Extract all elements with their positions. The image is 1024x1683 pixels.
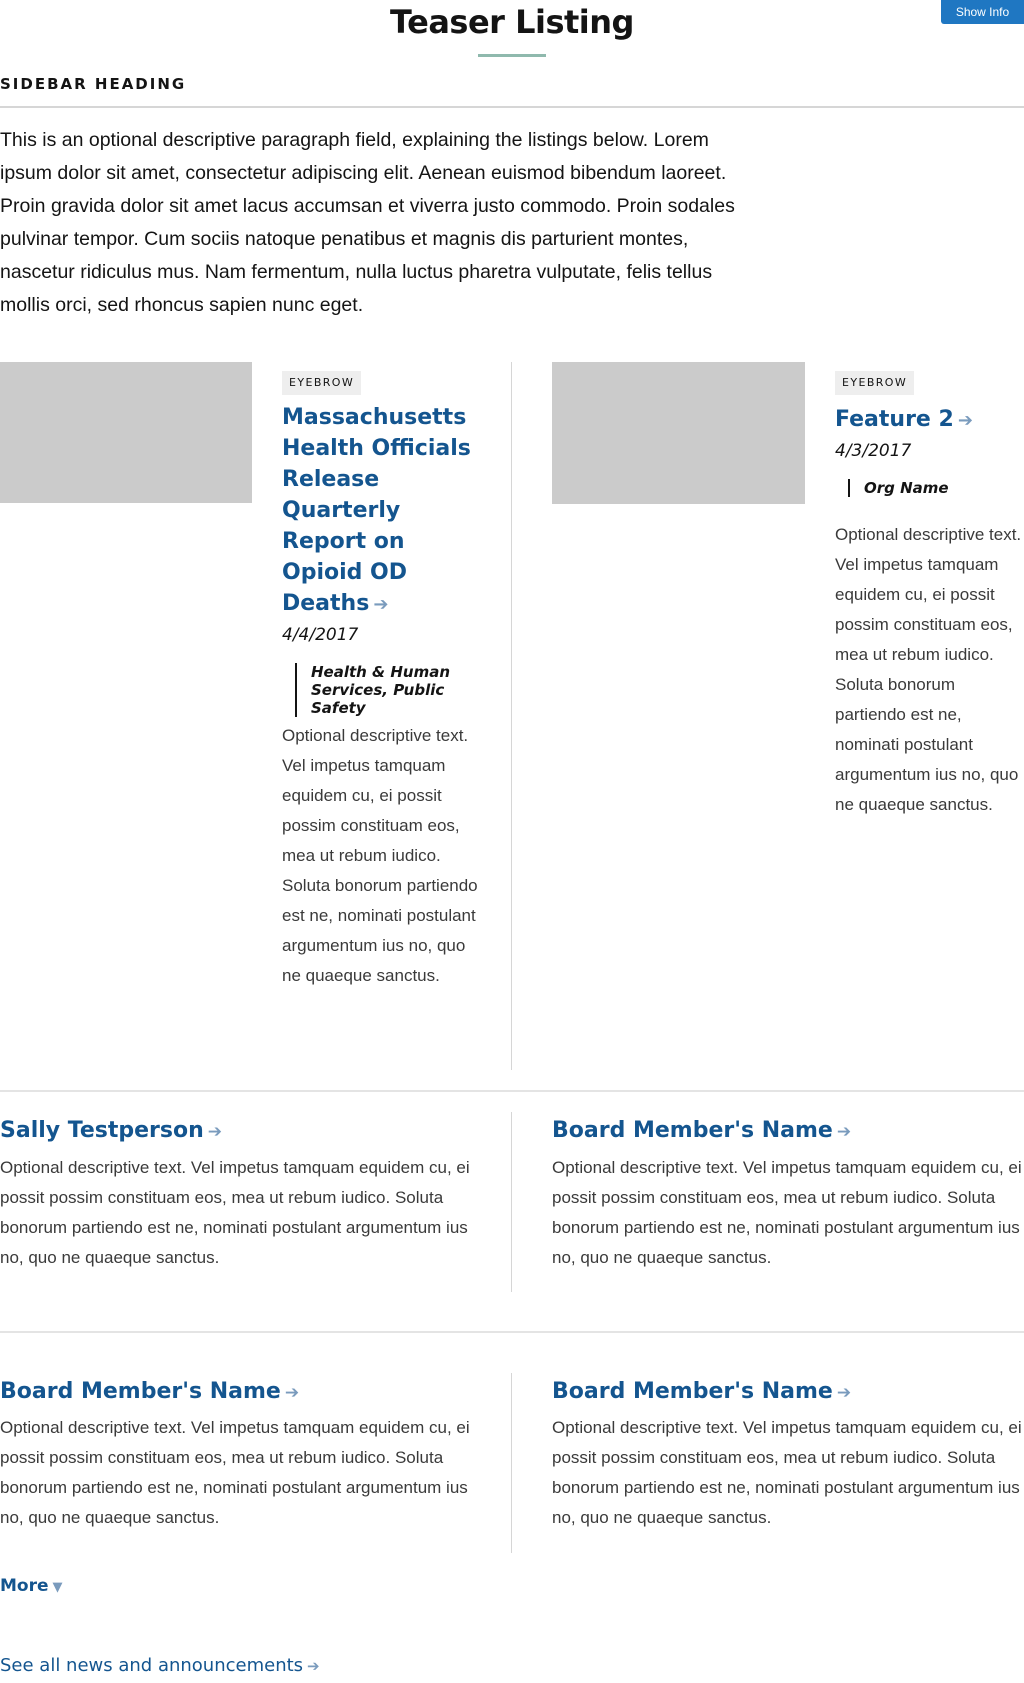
sidebar-heading: SIDEBAR HEADING: [0, 75, 187, 93]
feature-2-date: 4/3/2017: [835, 441, 912, 461]
arrow-right-icon: ➔: [836, 1383, 852, 1403]
person-3-name-text: Board Member's Name: [0, 1379, 281, 1404]
feature-1-title-text: Massachusetts Health Officials Release Q…: [282, 405, 471, 616]
arrow-right-icon: ➔: [307, 1657, 320, 1675]
arrow-right-icon: ➔: [373, 594, 389, 615]
column-divider: [511, 1112, 512, 1292]
person-2-link[interactable]: Board Member's Name ➔: [552, 1118, 851, 1143]
page-title: Teaser Listing: [390, 3, 634, 41]
person-2-name-text: Board Member's Name: [552, 1118, 833, 1143]
person-2-description: Optional descriptive text. Vel impetus t…: [552, 1158, 1022, 1267]
person-1-link[interactable]: Sally Testperson ➔: [0, 1118, 222, 1143]
person-4-name: Board Member's Name ➔: [552, 1377, 851, 1408]
feature-2-image[interactable]: [552, 362, 805, 504]
feature-2-eyebrow: EYEBROW: [835, 371, 915, 395]
person-3-link[interactable]: Board Member's Name ➔: [0, 1379, 299, 1404]
intro-paragraph: This is an optional descriptive paragrap…: [0, 129, 735, 316]
sidebar-heading-divider: [0, 106, 1024, 108]
chevron-down-icon: ▼: [52, 1580, 63, 1595]
feature-2-title: Feature 2 ➔: [835, 404, 1024, 436]
feature-2-title-text: Feature 2: [835, 407, 954, 432]
feature-2-title-link[interactable]: Feature 2 ➔: [835, 407, 973, 432]
column-divider: [511, 362, 512, 1070]
title-underline: [478, 54, 546, 57]
more-label: More: [0, 1576, 49, 1596]
more-button[interactable]: More ▼: [0, 1576, 63, 1596]
feature-2-org: Org Name: [848, 479, 1018, 497]
person-3-description: Optional descriptive text. Vel impetus t…: [0, 1418, 470, 1527]
see-all-news-link[interactable]: See all news and announcements ➔: [0, 1655, 320, 1676]
feature-2-description: Optional descriptive text. Vel impetus t…: [835, 525, 1022, 814]
feature-1-description: Optional descriptive text. Vel impetus t…: [282, 726, 478, 985]
feature-1-eyebrow: EYEBROW: [282, 371, 362, 395]
person-1-name-text: Sally Testperson: [0, 1118, 204, 1143]
person-2-name: Board Member's Name ➔: [552, 1116, 851, 1147]
person-3-name: Board Member's Name ➔: [0, 1377, 299, 1408]
arrow-right-icon: ➔: [836, 1122, 852, 1142]
feature-1-date: 4/4/2017: [282, 625, 359, 645]
row-divider: [0, 1331, 1024, 1333]
person-1-name: Sally Testperson ➔: [0, 1116, 222, 1147]
arrow-right-icon: ➔: [284, 1383, 300, 1403]
see-all-label: See all news and announcements: [0, 1655, 304, 1676]
arrow-right-icon: ➔: [207, 1122, 223, 1142]
section-divider: [0, 1090, 1024, 1092]
feature-1-title: Massachusetts Health Officials Release Q…: [282, 402, 487, 620]
person-4-description: Optional descriptive text. Vel impetus t…: [552, 1418, 1022, 1527]
person-1-description: Optional descriptive text. Vel impetus t…: [0, 1158, 470, 1267]
feature-1-title-link[interactable]: Massachusetts Health Officials Release Q…: [282, 405, 471, 616]
person-4-link[interactable]: Board Member's Name ➔: [552, 1379, 851, 1404]
arrow-right-icon: ➔: [957, 410, 973, 431]
feature-1-org: Health & Human Services, Public Safety: [295, 663, 485, 717]
feature-1-image[interactable]: [0, 362, 252, 503]
column-divider: [511, 1373, 512, 1553]
person-4-name-text: Board Member's Name: [552, 1379, 833, 1404]
